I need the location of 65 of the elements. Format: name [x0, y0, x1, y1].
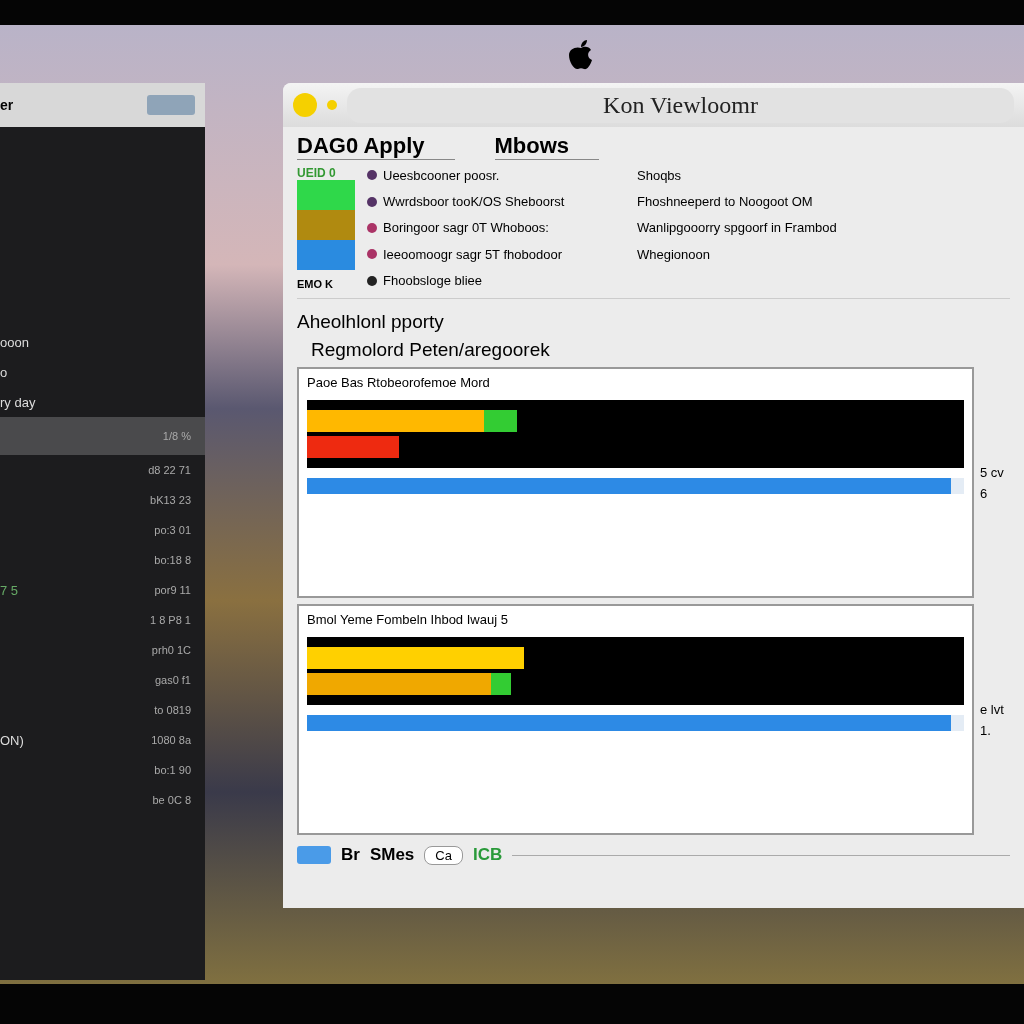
row-value: por9 11 [154, 584, 191, 596]
list-row[interactable]: ON) 1080 8a [0, 725, 205, 755]
row-label: ry day [0, 394, 36, 410]
section-title: Aheolhlonl pporty [297, 311, 445, 333]
list-row[interactable]: 7 5 por9 11 [0, 575, 205, 605]
list-row[interactable]: 1/8 % [0, 417, 205, 455]
window-title: Kon Viewloomr [347, 87, 1014, 123]
section-heading: Mbows [494, 133, 600, 160]
toolbar-icon[interactable] [297, 846, 331, 864]
row-value: 1080 8a [151, 734, 191, 746]
panel-caption: Paoe Bas Rtobeorofemoe Mord [307, 375, 491, 390]
row-value: po:3 01 [154, 524, 191, 536]
row-value: d8 22 71 [148, 464, 191, 476]
info-note: Shoqbs [637, 167, 682, 183]
row-value: bK13 23 [150, 494, 191, 506]
list-row[interactable]: gas0 f1 [0, 665, 205, 695]
row-label: o [0, 364, 8, 380]
footer-label: Br [341, 845, 360, 865]
row-value: gas0 f1 [154, 674, 191, 686]
side-value: e lvt [980, 701, 1005, 717]
list-row[interactable]: bo:18 8 [0, 545, 205, 575]
window-control-icon[interactable] [293, 93, 317, 117]
list-row[interactable]: ooon [0, 327, 205, 357]
list-row[interactable]: po:3 01 [0, 515, 205, 545]
list-row[interactable]: bK13 23 [0, 485, 205, 515]
swatch-label: UEID 0 [297, 166, 337, 180]
row-value: prh0 1C [151, 644, 191, 656]
info-text: Ueesbcooner poosr. [383, 167, 500, 183]
section-heading: DAG0 Apply [297, 133, 455, 160]
footer-label: SMes [369, 845, 415, 865]
list-row[interactable]: to 0819 [0, 695, 205, 725]
row-value: to 0819 [154, 704, 191, 716]
row-label: ooon [0, 334, 29, 350]
side-value: 1. [980, 722, 992, 738]
list-row[interactable]: be 0C 8 [0, 785, 205, 815]
panel-title: er [0, 97, 14, 113]
list-row[interactable]: 1 8 P8 1 [0, 605, 205, 635]
list-row[interactable]: bo:1 90 [0, 755, 205, 785]
row-value: 1 8 P8 1 [150, 614, 191, 626]
row-value: 1/8 % [162, 430, 191, 442]
panel-caption: Bmol Yeme Fombeln Ihbod Iwauj 5 [307, 612, 509, 627]
row-value: bo:18 8 [154, 554, 191, 566]
info-text: Ieeoomoogr sagr 5T fhobodoor [383, 246, 562, 262]
info-text: Wwrdsboor tooK/OS Sheboorst [383, 194, 565, 210]
side-value: 5 cv [980, 464, 1005, 480]
row-label: 7 5 [0, 582, 19, 598]
info-note: Wanlipgooorry spgoorf in Frambod [637, 220, 837, 236]
toolbar-icon[interactable] [147, 95, 195, 115]
info-note: Whegionoon [637, 246, 710, 262]
footer-button[interactable]: Ca [424, 845, 463, 865]
row-value: bo:1 90 [154, 764, 191, 776]
status-label: ICB [472, 845, 503, 865]
list-row[interactable]: ry day [0, 387, 205, 417]
list-row[interactable]: prh0 1C [0, 635, 205, 665]
side-value: 6 [980, 485, 989, 501]
info-text: Boringoor sagr 0T Whoboos: [383, 220, 549, 236]
list-row[interactable]: d8 22 71 [0, 455, 205, 485]
section-subtitle: Regmolord Peten/aregoorek [311, 339, 551, 361]
list-row[interactable]: o [0, 357, 205, 387]
info-text: Fhoobsloge bliee [383, 273, 483, 289]
row-value: be 0C 8 [152, 794, 191, 806]
info-note: Fhoshneeperd to Noogoot OM [637, 194, 813, 210]
swatch-caption: EMO K [297, 278, 335, 290]
row-label: ON) [0, 732, 24, 748]
window-control-icon[interactable] [327, 100, 337, 110]
